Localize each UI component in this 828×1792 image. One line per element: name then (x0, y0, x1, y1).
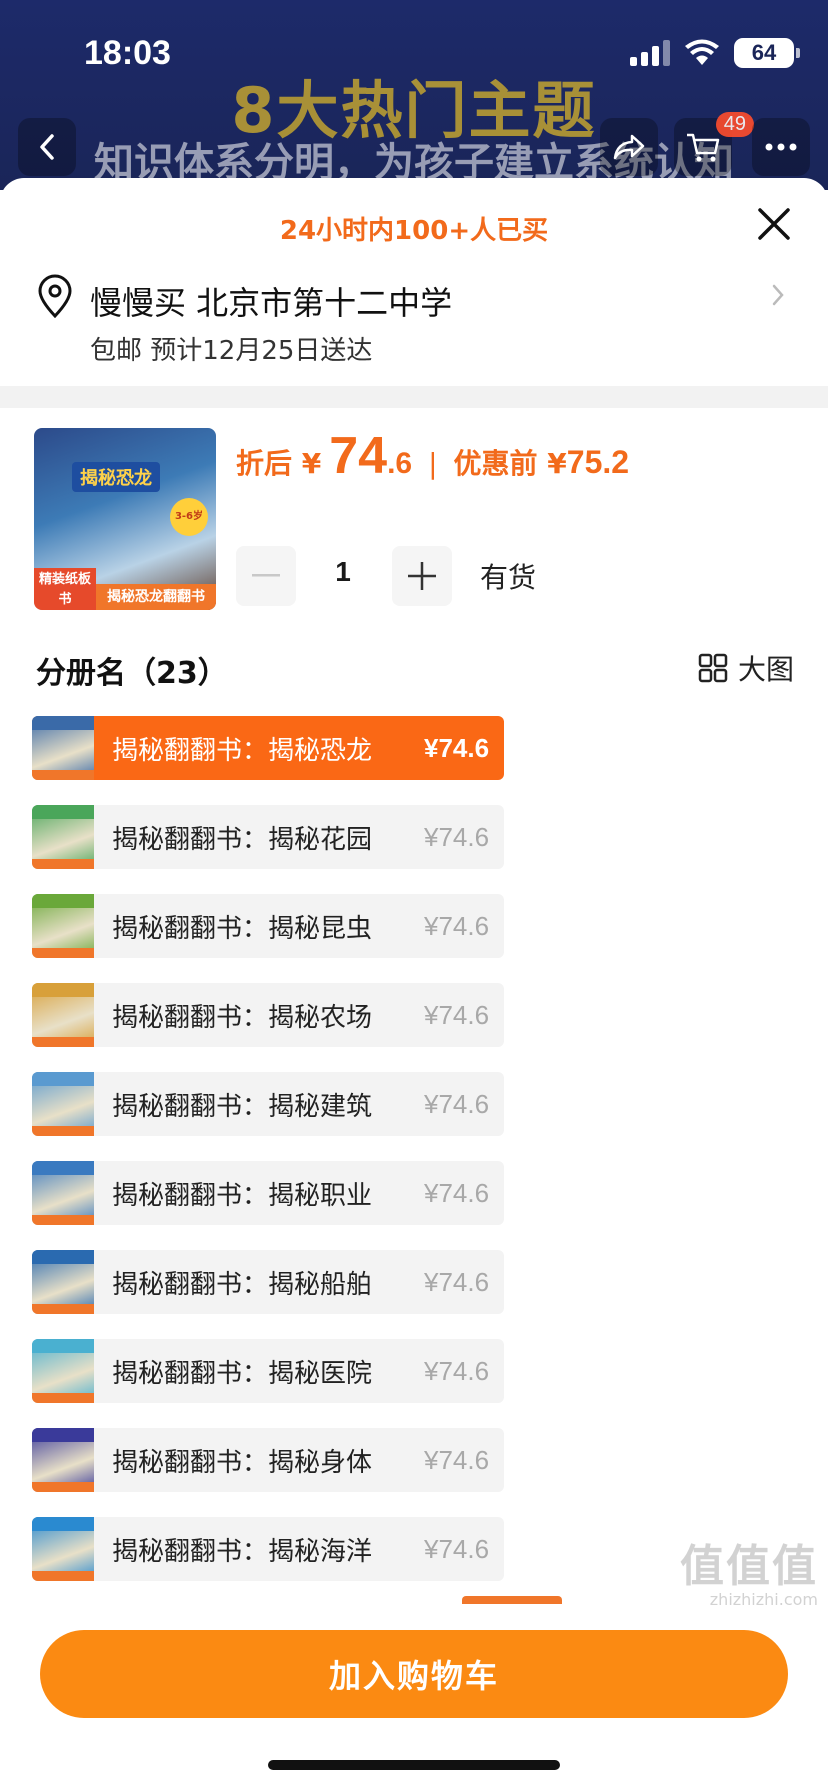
option-thumbnail (32, 1517, 94, 1581)
option-name: 揭秘翻翻书：揭秘花园 (112, 824, 373, 855)
section-divider (0, 386, 828, 408)
large-view-label: 大图 (737, 653, 794, 686)
more-button[interactable] (752, 118, 810, 176)
back-button[interactable] (18, 118, 76, 176)
status-icons: 64 (630, 38, 800, 68)
volume-option[interactable]: 揭秘翻翻书：揭秘船舶 ¥74.6 (32, 1250, 504, 1314)
option-price: ¥74.6 (424, 1266, 490, 1297)
volume-option[interactable]: 揭秘翻翻书：揭秘农场 ¥74.6 (32, 983, 504, 1047)
quantity-decrease-button[interactable] (236, 546, 296, 606)
volume-option[interactable]: 揭秘翻翻书：揭秘身体 ¥74.6 (32, 1428, 504, 1492)
option-name: 揭秘翻翻书：揭秘职业 (112, 1180, 373, 1211)
thumbnail-edition-badge: 精装纸板书 (34, 568, 96, 610)
option-thumbnail (32, 1072, 94, 1136)
option-name: 揭秘翻翻书：揭秘建筑 (112, 1091, 373, 1122)
location-pin-icon (38, 274, 72, 318)
volume-option[interactable]: 揭秘翻翻书：揭秘昆虫 ¥74.6 (32, 894, 504, 958)
delivery-estimate: 包邮 预计12月25日送达 (90, 336, 373, 366)
volume-option[interactable]: 揭秘翻翻书：揭秘建筑 ¥74.6 (32, 1072, 504, 1136)
plus-icon (408, 562, 436, 590)
battery-icon: 64 (734, 38, 800, 68)
option-price: ¥74.6 (424, 1444, 490, 1475)
share-icon (613, 134, 645, 160)
option-thumbnail (32, 1428, 94, 1492)
price-separator: | (428, 447, 438, 480)
quantity-value[interactable]: 1 (318, 556, 368, 588)
more-dots-icon (765, 143, 797, 151)
volume-option[interactable]: 揭秘翻翻书：揭秘恐龙 ¥74.6 (32, 716, 504, 780)
option-name: 揭秘翻翻书：揭秘农场 (112, 1002, 373, 1033)
delivery-address[interactable]: 慢慢买 北京市第十二中学 (90, 278, 452, 324)
option-thumbnail (32, 894, 94, 958)
cart-icon (687, 133, 720, 162)
option-name: 揭秘翻翻书：揭秘船舶 (112, 1269, 373, 1300)
add-to-cart-button[interactable]: 加入购物车 (40, 1630, 788, 1718)
option-name: 揭秘翻翻书：揭秘身体 (112, 1447, 373, 1478)
option-thumbnail (32, 716, 94, 780)
option-price: ¥74.6 (424, 1177, 490, 1208)
option-thumbnail (32, 1250, 94, 1314)
watermark-logo: 值值值 (680, 1541, 818, 1592)
sold-count-text: 24小时内100+人已买 (279, 216, 549, 246)
option-price: ¥74.6 (424, 1088, 490, 1119)
thumbnail-caption: 揭秘恐龙翻翻书 (96, 584, 216, 610)
close-icon[interactable] (750, 200, 798, 248)
volume-option[interactable]: 揭秘翻翻书：揭秘医院 ¥74.6 (32, 1339, 504, 1403)
price-row: 折后 ¥ 74 .6 | 优惠前 ¥ 75.2 (236, 426, 629, 486)
stock-status: 有货 (480, 561, 537, 594)
discount-price-decimal: .6 (387, 447, 413, 480)
option-thumbnail (32, 983, 94, 1047)
product-thumbnail[interactable]: 揭秘恐龙 3-6岁 精装纸板书 揭秘恐龙翻翻书 (34, 428, 216, 610)
discount-price-label: 折后 ¥ (236, 447, 322, 480)
grid-icon (698, 653, 728, 683)
option-thumbnail (32, 1161, 94, 1225)
option-thumbnail (32, 1339, 94, 1403)
option-thumbnail (32, 805, 94, 869)
share-button[interactable] (600, 118, 658, 176)
original-price: 75.2 (566, 444, 630, 480)
volume-option[interactable]: 揭秘翻翻书：揭秘花园 ¥74.6 (32, 805, 504, 869)
option-price: ¥74.6 (424, 821, 490, 852)
volume-section-title: 分册名（23） (36, 656, 228, 691)
quantity-increase-button[interactable] (392, 546, 452, 606)
option-price: ¥74.6 (424, 732, 490, 763)
cart-count-badge: 49 (715, 112, 754, 137)
cart-button[interactable]: 49 (674, 112, 754, 176)
original-price-label: 优惠前 ¥ (453, 447, 567, 480)
watermark: 值值值 zhizhizhi.com (680, 1530, 818, 1609)
home-indicator (268, 1760, 560, 1770)
volume-option[interactable]: 揭秘翻翻书：揭秘海洋 ¥74.6 (32, 1517, 504, 1581)
option-price: ¥74.6 (424, 910, 490, 941)
chevron-right-icon[interactable] (768, 280, 788, 310)
wifi-icon (685, 39, 719, 65)
option-name: 揭秘翻翻书：揭秘恐龙 (112, 735, 373, 766)
thumbnail-title: 揭秘恐龙 (72, 462, 160, 492)
chevron-left-icon (40, 134, 54, 160)
partial-tag (462, 1596, 562, 1604)
option-name: 揭秘翻翻书：揭秘海洋 (112, 1536, 373, 1567)
option-price: ¥74.6 (424, 1533, 490, 1564)
thumbnail-age-badge: 3-6岁 (170, 498, 208, 536)
option-price: ¥74.6 (424, 999, 490, 1030)
volume-option[interactable]: 揭秘翻翻书：揭秘职业 ¥74.6 (32, 1161, 504, 1225)
status-time: 18:03 (84, 34, 171, 72)
option-price: ¥74.6 (424, 1355, 490, 1386)
option-name: 揭秘翻翻书：揭秘昆虫 (112, 913, 373, 944)
option-name: 揭秘翻翻书：揭秘医院 (112, 1358, 373, 1389)
discount-price-integer: 74 (329, 427, 388, 485)
cellular-signal-icon (630, 40, 670, 66)
large-view-toggle[interactable]: 大图 (698, 648, 794, 688)
minus-icon (252, 574, 280, 577)
